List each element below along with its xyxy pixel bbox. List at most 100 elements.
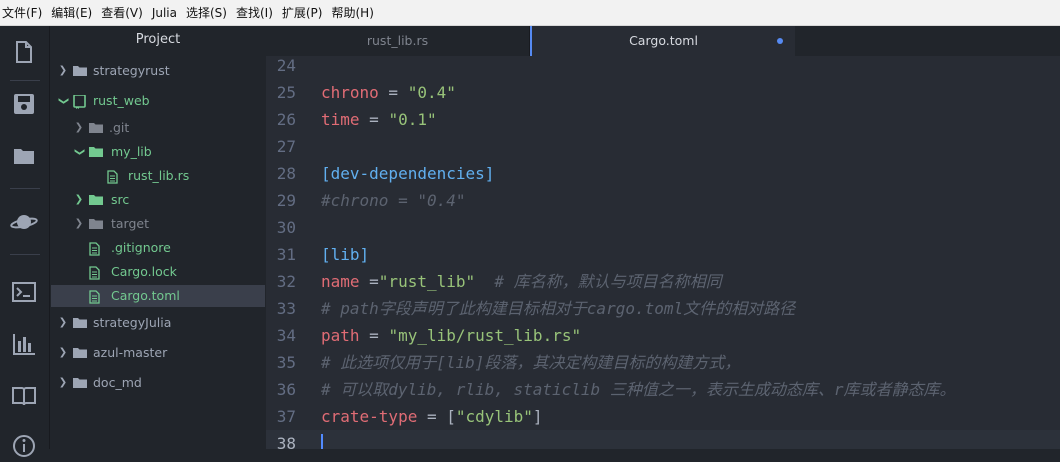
line-number: 31 bbox=[276, 245, 296, 264]
tree-folder-doc_md[interactable]: ❯ doc_md bbox=[51, 372, 265, 394]
code-token: # 库名称，默认与项目名称相同 bbox=[475, 272, 722, 291]
chevron-right-icon: ❯ bbox=[58, 317, 68, 328]
code-line[interactable]: 24 bbox=[266, 56, 1060, 79]
menu-selection[interactable]: 选择(S) bbox=[183, 4, 233, 21]
menu-bar: 文件(F) 编辑(E) 查看(V) Julia 选择(S) 查找(I) 扩展(P… bbox=[0, 0, 1060, 26]
code-line[interactable]: 38 bbox=[266, 430, 1060, 449]
code-token: name bbox=[321, 272, 360, 291]
tree-folder-azul-master[interactable]: ❯ azul-master bbox=[51, 342, 265, 364]
tree-label: .gitignore bbox=[111, 240, 171, 255]
code-token: = bbox=[359, 110, 389, 129]
tab-bar: rust_lib.rs Cargo.toml bbox=[266, 26, 1060, 56]
code-token: # 此选项仅用于[lib]段落，其决定构建目标的构建方式， bbox=[321, 353, 741, 372]
tab-rust-lib[interactable]: rust_lib.rs bbox=[266, 26, 530, 56]
line-number: 28 bbox=[276, 164, 296, 183]
code-token: [lib] bbox=[321, 245, 370, 264]
chart-icon[interactable] bbox=[8, 328, 40, 360]
menu-edit[interactable]: 编辑(E) bbox=[48, 4, 98, 21]
activity-bar bbox=[0, 26, 50, 457]
folder-icon bbox=[89, 147, 103, 157]
code-text: # 此选项仅用于[lib]段落，其决定构建目标的构建方式， bbox=[321, 349, 740, 376]
folder-icon bbox=[73, 66, 87, 76]
terminal-icon[interactable] bbox=[8, 276, 40, 308]
tab-label: rust_lib.rs bbox=[366, 33, 429, 48]
tree-label: src bbox=[111, 192, 130, 207]
code-text: chrono = "0.4" bbox=[321, 79, 456, 106]
tree-label: my_lib bbox=[111, 144, 152, 159]
line-number: 30 bbox=[276, 218, 296, 237]
chevron-right-icon: ❯ bbox=[74, 218, 84, 229]
tree-label: .git bbox=[109, 120, 130, 135]
tree-folder-target[interactable]: ❯ target bbox=[51, 213, 265, 235]
code-line[interactable]: 35 # 此选项仅用于[lib]段落，其决定构建目标的构建方式， bbox=[266, 349, 1060, 376]
tree-folder-my_lib[interactable]: ❯ my_lib bbox=[51, 141, 265, 163]
tree-folder-rust_web[interactable]: ❯ rust_web bbox=[51, 90, 265, 112]
code-token: = [ bbox=[417, 407, 456, 426]
project-tree: Project ❯ strategyrust ❯ rust_web ❯ .git… bbox=[51, 26, 265, 449]
tree-folder-strategyJulia[interactable]: ❯ strategyJulia bbox=[51, 312, 265, 334]
tab-cargo-toml[interactable]: Cargo.toml bbox=[530, 26, 795, 56]
tree-folder-strategyrust[interactable]: ❯ strategyrust bbox=[51, 60, 265, 82]
folder-icon bbox=[89, 195, 103, 205]
code-token: time bbox=[321, 110, 360, 129]
code-text: [dev-dependencies] bbox=[321, 160, 494, 187]
info-icon[interactable] bbox=[8, 430, 40, 462]
code-line[interactable]: 31 [lib] bbox=[266, 241, 1060, 268]
code-text: #chrono = "0.4" bbox=[321, 187, 466, 214]
code-token: # path字段声明了此构建目标相对于cargo.toml文件的相对路径 bbox=[321, 299, 796, 318]
code-token: crate-type bbox=[321, 407, 418, 426]
menu-view[interactable]: 查看(V) bbox=[98, 4, 149, 21]
menu-file[interactable]: 文件(F) bbox=[0, 4, 48, 21]
line-number: 29 bbox=[276, 191, 296, 210]
folder-icon bbox=[73, 378, 87, 388]
chevron-right-icon: ❯ bbox=[58, 65, 68, 76]
folder-icon bbox=[73, 318, 87, 328]
tree-file-gitignore[interactable]: .gitignore bbox=[51, 237, 265, 259]
code-line[interactable]: 34 path = "my_lib/rust_lib.rs" bbox=[266, 322, 1060, 349]
code-line[interactable]: 28 [dev-dependencies] bbox=[266, 160, 1060, 187]
code-text: path = "my_lib/rust_lib.rs" bbox=[321, 322, 581, 349]
code-token: ] bbox=[532, 407, 543, 426]
code-text: # 可以取dylib, rlib, staticlib 三种值之一，表示生成动态… bbox=[321, 376, 955, 403]
line-number: 27 bbox=[276, 137, 296, 156]
book-icon[interactable] bbox=[8, 380, 40, 412]
code-editor[interactable]: 24 25 chrono = "0.4" 26 time = "0.1" 27 28 [dev… bbox=[266, 56, 1060, 449]
tree-file-rust_lib[interactable]: rust_lib.rs bbox=[51, 165, 265, 187]
line-number: 26 bbox=[276, 110, 296, 129]
code-line[interactable]: 30 bbox=[266, 214, 1060, 241]
code-line[interactable]: 25 chrono = "0.4" bbox=[266, 79, 1060, 106]
tree-file-cargo-lock[interactable]: Cargo.lock bbox=[51, 261, 265, 283]
file-icon[interactable] bbox=[8, 36, 40, 68]
tree-folder-git[interactable]: ❯ .git bbox=[51, 117, 265, 139]
code-text: crate-type = ["cdylib"] bbox=[321, 403, 543, 430]
modified-dot-icon[interactable] bbox=[777, 38, 783, 44]
code-token: #chrono = "0.4" bbox=[321, 191, 466, 210]
menu-julia[interactable]: Julia bbox=[149, 6, 183, 20]
code-text: name ="rust_lib" # 库名称，默认与项目名称相同 bbox=[321, 268, 722, 295]
save-icon[interactable] bbox=[8, 88, 40, 120]
code-line[interactable]: 37 crate-type = ["cdylib"] bbox=[266, 403, 1060, 430]
chevron-right-icon: ❯ bbox=[58, 377, 68, 388]
code-line[interactable]: 27 bbox=[266, 133, 1060, 160]
tree-label: azul-master bbox=[93, 345, 168, 360]
code-line[interactable]: 26 time = "0.1" bbox=[266, 106, 1060, 133]
julia-planet-icon[interactable] bbox=[8, 206, 40, 238]
tree-file-cargo-toml[interactable]: Cargo.toml bbox=[51, 285, 265, 307]
folder-icon bbox=[73, 348, 87, 358]
folder-icon bbox=[89, 123, 103, 133]
menu-packages[interactable]: 扩展(P) bbox=[279, 4, 329, 21]
code-token: "rust_lib" bbox=[378, 272, 476, 291]
code-line[interactable]: 29 #chrono = "0.4" bbox=[266, 187, 1060, 214]
tree-label: Cargo.toml bbox=[111, 288, 180, 303]
folder-icon[interactable] bbox=[8, 140, 40, 172]
code-token: # 可以取dylib, rlib, staticlib 三种值之一，表示生成动态… bbox=[321, 380, 956, 399]
menu-help[interactable]: 帮助(H) bbox=[328, 4, 379, 21]
tree-folder-src[interactable]: ❯ src bbox=[51, 189, 265, 211]
menu-find[interactable]: 查找(I) bbox=[233, 4, 279, 21]
code-text: [lib] bbox=[321, 241, 369, 268]
code-line[interactable]: 36 # 可以取dylib, rlib, staticlib 三种值之一，表示生成… bbox=[266, 376, 1060, 403]
code-line[interactable]: 33 # path字段声明了此构建目标相对于cargo.toml文件的相对路径 bbox=[266, 295, 1060, 322]
code-line[interactable]: 32 name ="rust_lib" # 库名称，默认与项目名称相同 bbox=[266, 268, 1060, 295]
line-number: 32 bbox=[276, 272, 296, 291]
code-text: # path字段声明了此构建目标相对于cargo.toml文件的相对路径 bbox=[321, 295, 795, 322]
